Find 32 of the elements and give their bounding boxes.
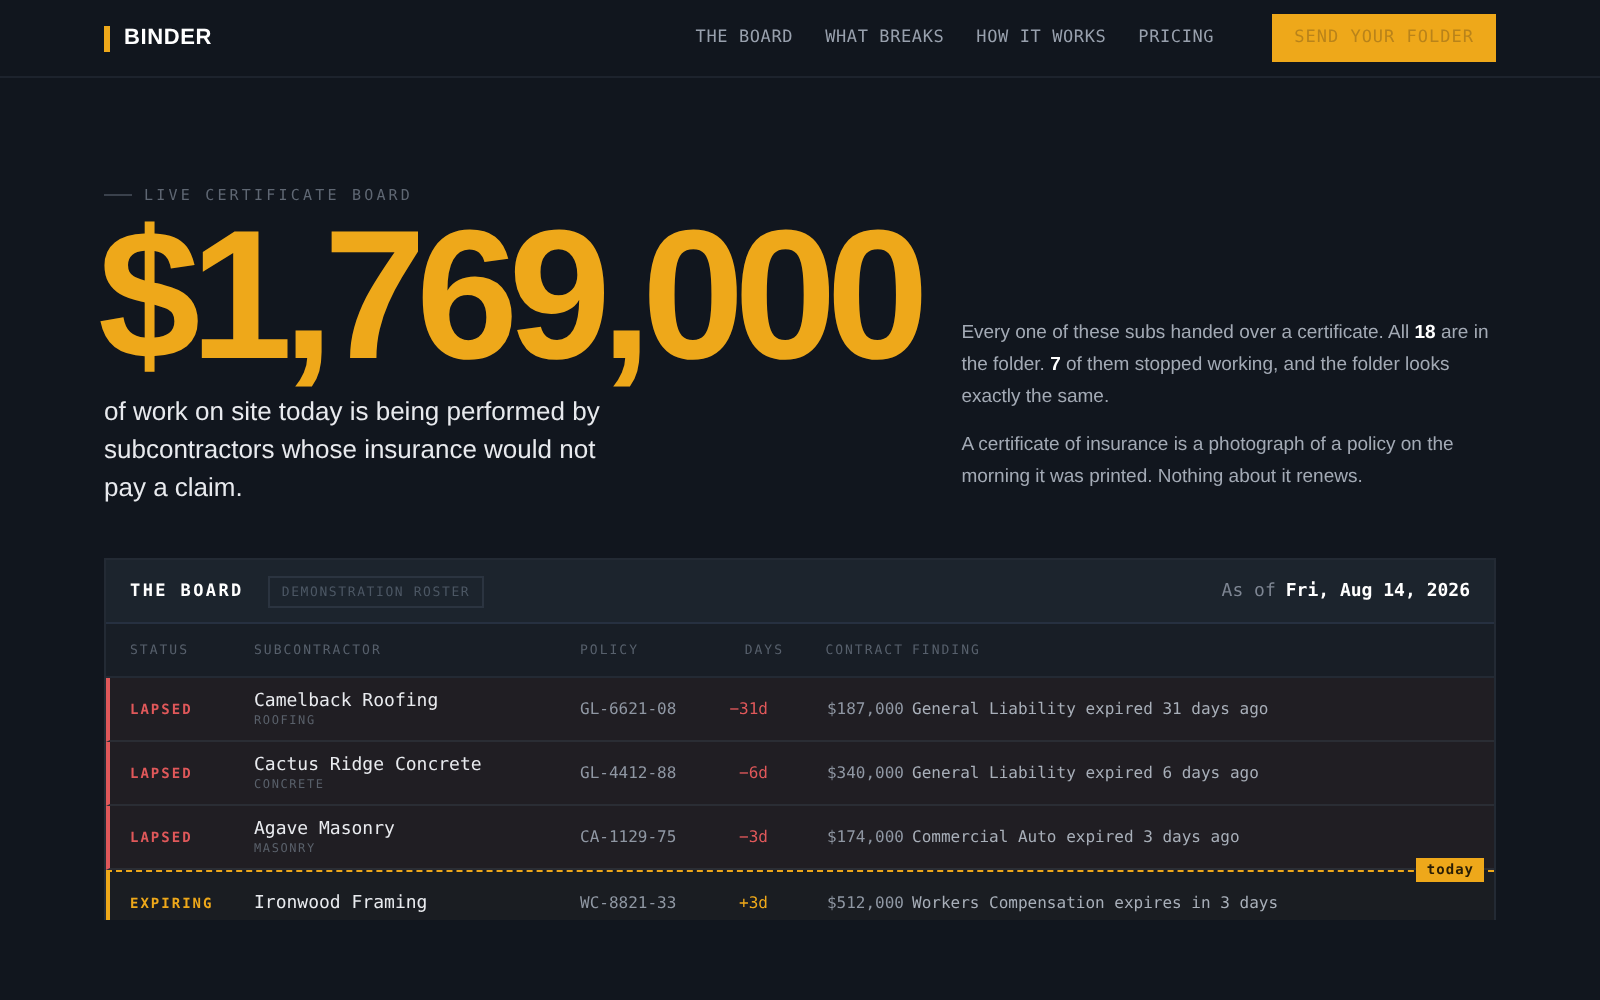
- subcontractor-name: Ironwood Framing: [254, 893, 430, 913]
- brand-name[interactable]: BINDER: [124, 26, 212, 50]
- as-of-date: Fri, Aug 14, 2026: [1285, 581, 1470, 601]
- contract-cell-text: $187,000: [824, 700, 906, 718]
- nav-link[interactable]: WHAT BREAKS: [825, 28, 945, 48]
- policy-cell-text: GL-4412-88: [580, 764, 679, 782]
- days-cell-text: −3d: [737, 828, 770, 846]
- brand-mark-icon: [104, 25, 110, 51]
- days-cell-text: −6d: [737, 764, 770, 782]
- board-title: THE BOARD: [130, 581, 244, 601]
- days-cell-text: +3d: [737, 894, 770, 912]
- policy-cell-text: CA-1129-75: [580, 828, 679, 846]
- finding-cell-text: General Liability expired 31 days ago: [912, 700, 1271, 718]
- contract-cell-text: $174,000: [824, 828, 906, 846]
- nav-link[interactable]: HOW IT WORKS: [976, 28, 1107, 48]
- finding-cell-text: General Liability expired 6 days ago: [912, 764, 1261, 782]
- intro-paragraph: Every one of these subs handed over a certificate. All 18 are in the folder. 7 of them stopped working, and the folder looks exactly the same.: [961, 320, 1491, 412]
- intro-paragraph: A certificate of insurance is a photograph of a policy on the morning it was printed. Nothing about it renews.: [961, 432, 1456, 492]
- contract-cell-text: $512,000: [824, 894, 906, 912]
- policy-cell-text: GL-6621-08: [580, 700, 679, 718]
- policy-cell-text: WC-8821-33: [580, 894, 679, 912]
- as-of-label: As of: [1221, 581, 1276, 601]
- finding-cell-text: Workers Compensation expires in 3 days: [912, 894, 1281, 912]
- nav-link[interactable]: PRICING: [1138, 28, 1215, 48]
- finding-cell-text: Commercial Auto expired 3 days ago: [912, 828, 1242, 846]
- subcontractor-name: Camelback Roofing: [254, 691, 441, 711]
- subcontractor-name: Cactus Ridge Concrete: [254, 755, 484, 775]
- days-cell-text: −31d: [727, 700, 770, 718]
- nav-link[interactable]: THE BOARD: [695, 28, 794, 48]
- contract-cell-text: $340,000: [824, 764, 906, 782]
- hero-subline: of work on site today is being performed by subcontractors whose insurance would not pay a claim.: [104, 394, 602, 506]
- subcontractor-name: Agave Masonry: [254, 819, 397, 839]
